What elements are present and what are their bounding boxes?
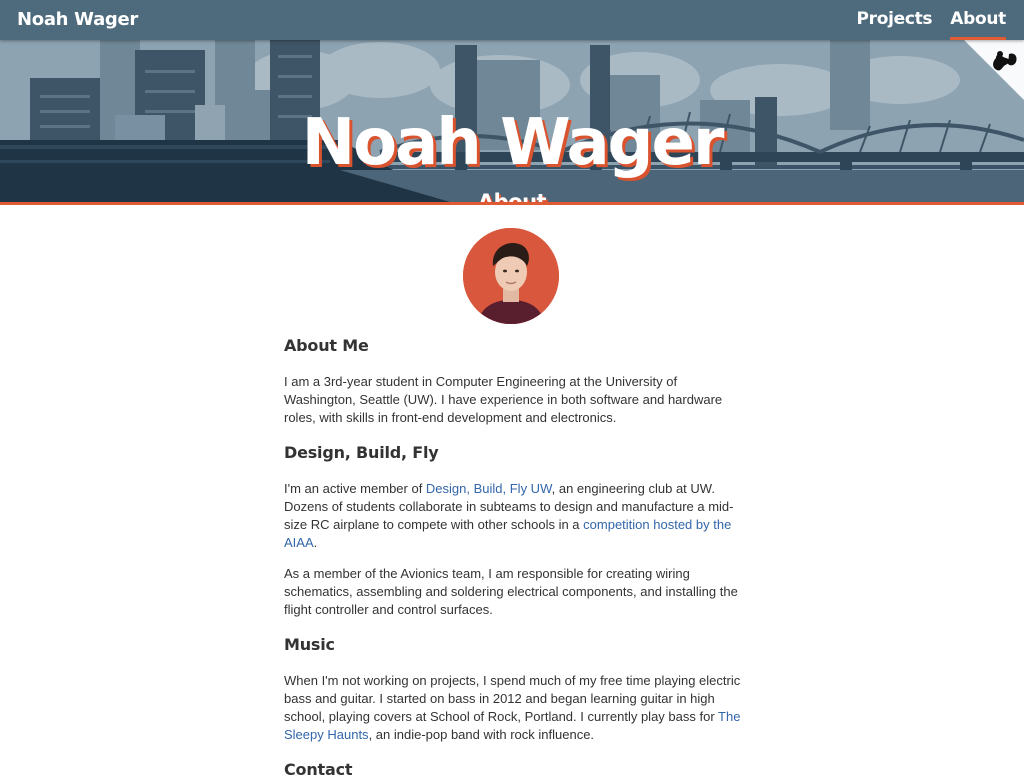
dbf-paragraph-1: I'm an active member of Design, Build, F… <box>284 480 742 552</box>
hero-accent-line <box>0 202 1024 205</box>
nav-link-projects[interactable]: Projects <box>856 9 932 40</box>
corner-ribbon[interactable] <box>964 40 1024 100</box>
nav-link-about[interactable]: About <box>950 9 1006 40</box>
hero-banner: Noah Wager About <box>0 40 1024 202</box>
section-heading-dbf: Design, Build, Fly <box>284 443 439 462</box>
dbf-text-3: . <box>313 535 318 550</box>
section-heading-contact: Contact <box>284 760 353 779</box>
dbf-uw-link[interactable]: Design, Build, Fly UW <box>426 481 552 496</box>
music-text-2: , an indie-pop band with rock influence. <box>368 727 595 742</box>
avatar <box>463 228 559 324</box>
dbf-text-1: I'm an active member of <box>284 481 426 496</box>
hero-subtitle: About <box>477 190 547 202</box>
brand-link[interactable]: Noah Wager <box>17 9 138 30</box>
section-heading-about-me: About Me <box>284 336 369 355</box>
music-paragraph: When I'm not working on projects, I spen… <box>284 672 742 744</box>
music-text-1: When I'm not working on projects, I spen… <box>284 673 741 724</box>
top-navbar: Noah Wager Projects About <box>0 0 1024 40</box>
section-heading-music: Music <box>284 635 335 654</box>
dbf-paragraph-2: As a member of the Avionics team, I am r… <box>284 566 738 617</box>
about-content: About Me I am a 3rd-year student in Comp… <box>284 336 742 779</box>
hero-title: Noah Wager <box>301 106 725 180</box>
nav-links: Projects About <box>856 9 1006 40</box>
about-me-paragraph: I am a 3rd-year student in Computer Engi… <box>284 374 723 425</box>
